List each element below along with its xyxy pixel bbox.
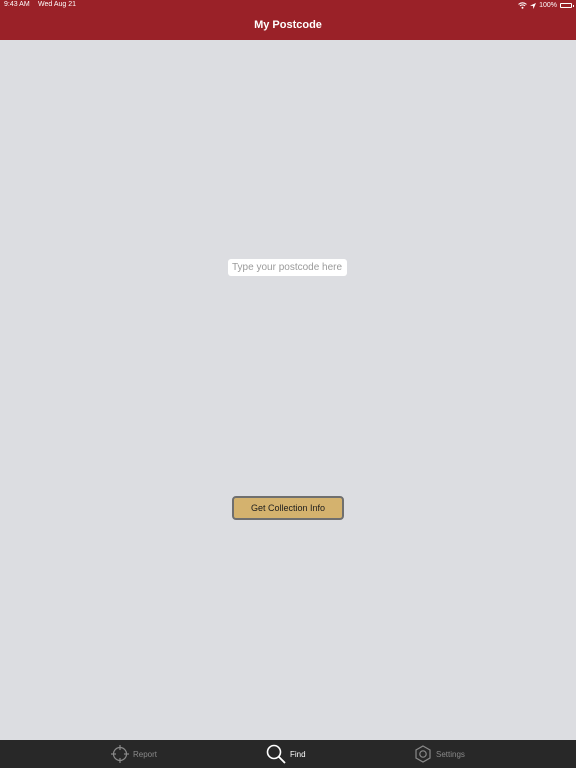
location-arrow-icon [530, 2, 537, 9]
crosshair-icon [111, 745, 129, 763]
tab-bar: Report Find Settings [0, 740, 576, 768]
wifi-icon [518, 2, 527, 9]
search-icon [266, 744, 286, 764]
page-title: My Postcode [254, 19, 322, 31]
tab-label-report: Report [133, 749, 158, 759]
battery-percent: 100% [539, 2, 557, 9]
status-indicators: 100% [518, 1, 574, 10]
postcode-input[interactable] [228, 259, 347, 276]
get-collection-info-button[interactable]: Get Collection Info [232, 496, 344, 520]
tab-report[interactable]: Report [111, 740, 157, 768]
status-time: 9:43 AM [4, 1, 30, 8]
tab-label-settings: Settings [436, 749, 465, 759]
tab-find[interactable]: Find [266, 740, 306, 768]
tab-label-find: Find [290, 749, 306, 759]
navigation-bar: 9:43 AM Wed Aug 21 100% My Postcode [0, 0, 576, 40]
gear-icon [414, 745, 432, 763]
tab-settings[interactable]: Settings [414, 740, 465, 768]
battery-icon [560, 3, 574, 8]
status-date: Wed Aug 21 [38, 1, 77, 8]
